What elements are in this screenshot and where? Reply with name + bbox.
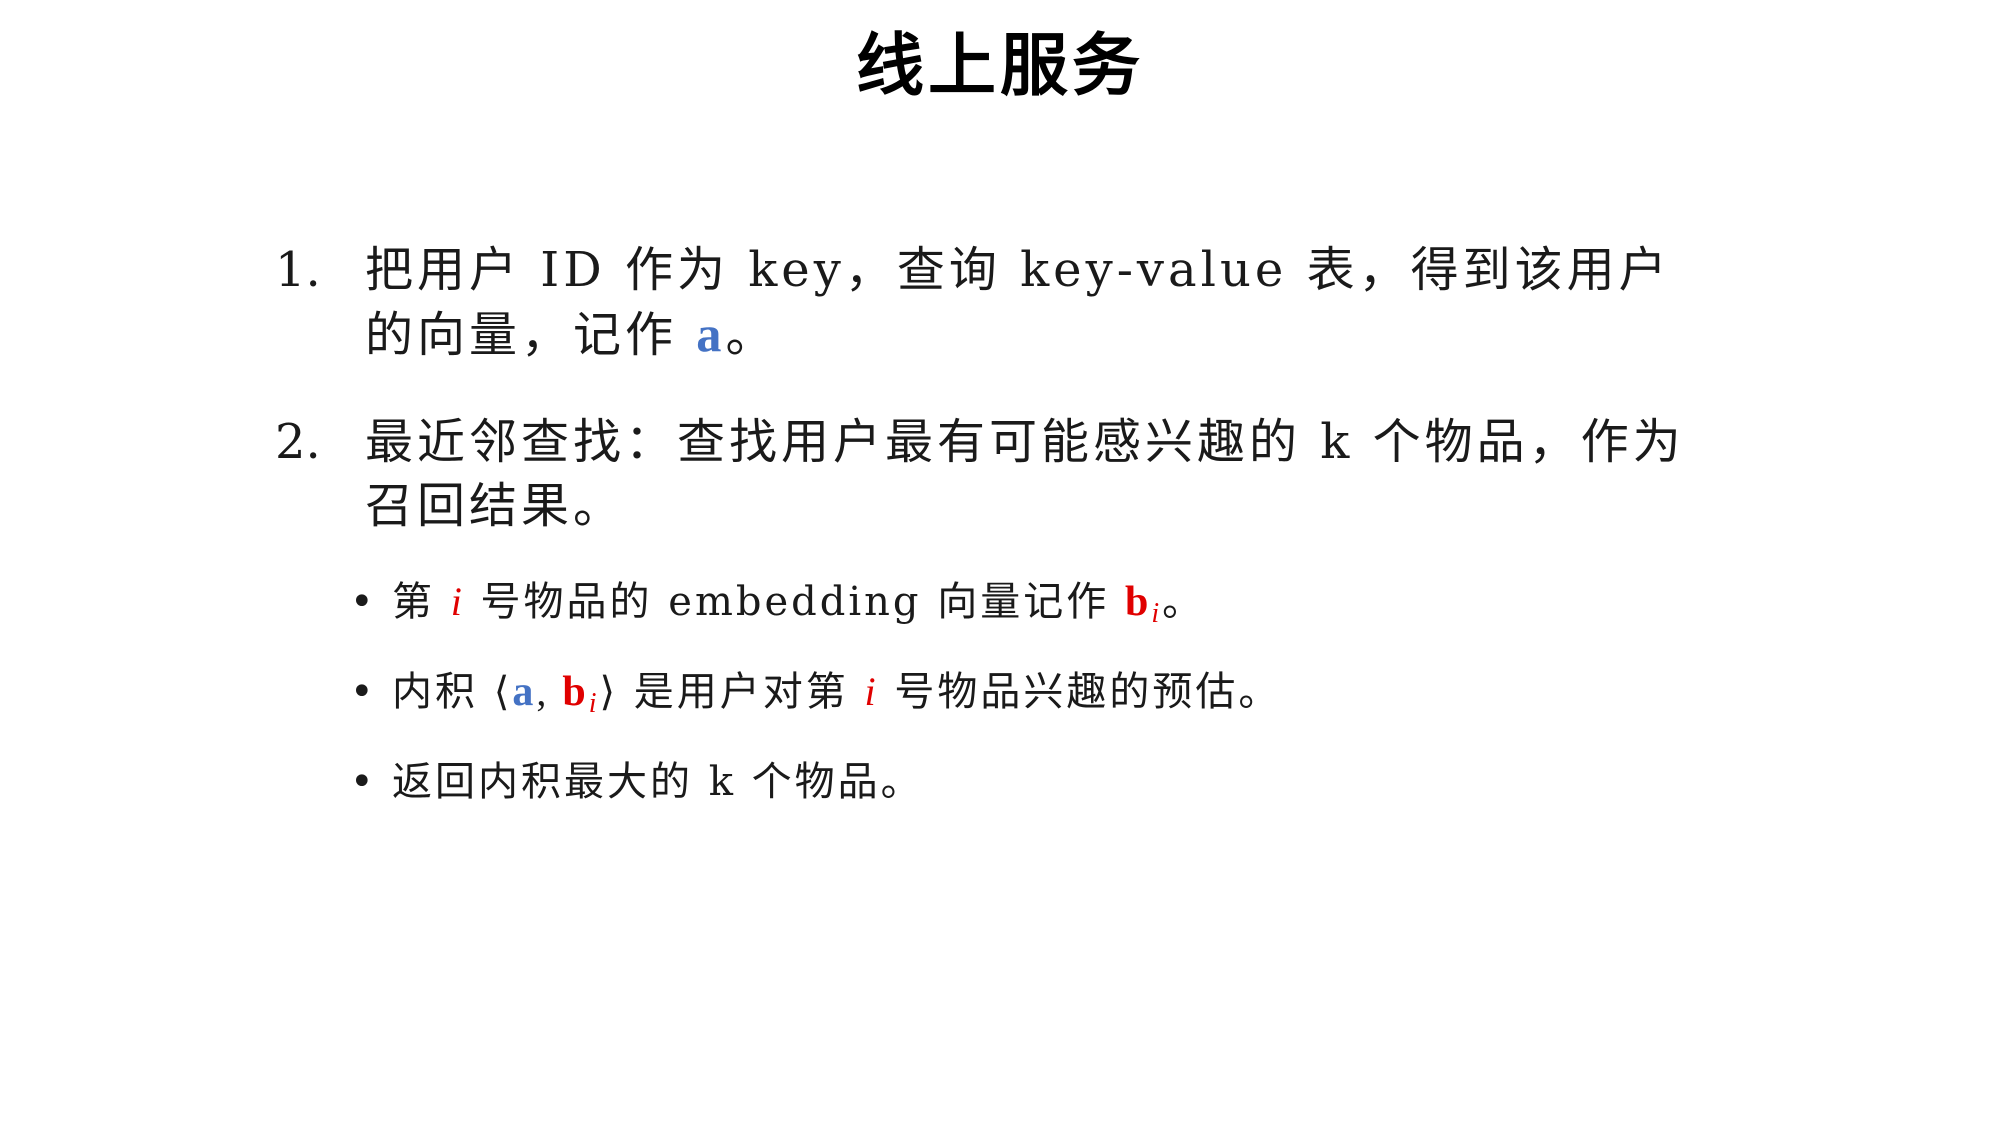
subscript-i: i: [588, 688, 600, 719]
bullet-text: 返回内积最大的 k 个物品。: [392, 759, 924, 805]
bullet-item: • 第 i 号物品的 embedding 向量记作 bi。: [350, 574, 1850, 642]
step-text-part: 把用户 ID 作为 key，查询 key-value 表，得到该用户的向量，记作: [365, 242, 1671, 363]
index-i: i: [864, 669, 879, 714]
angle-bracket-open: ⟨: [493, 669, 513, 714]
step-text-part: 。: [725, 307, 778, 363]
bullet-text-part: 。: [1162, 579, 1206, 625]
bullet-item: • 内积 ⟨a, bi⟩ 是用户对第 i 号物品兴趣的预估。: [350, 664, 1850, 732]
step-2: 2. 最近邻查找：查找用户最有可能感兴趣的 k 个物品，作为召回结果。: [275, 410, 1715, 538]
bullet-text-part: 号物品的 embedding 向量记作: [464, 579, 1125, 625]
index-i: i: [450, 579, 465, 624]
bullet-text-part: 号物品兴趣的预估。: [878, 669, 1282, 715]
bullet-text-part: 第: [392, 579, 451, 625]
bullet-text: 内积 ⟨a, bi⟩ 是用户对第 i 号物品兴趣的预估。: [392, 664, 1850, 732]
bullet-item: • 返回内积最大的 k 个物品。: [350, 754, 1850, 810]
angle-bracket-close: ⟩: [599, 669, 619, 714]
subscript-i: i: [1151, 598, 1163, 629]
step-number: 2.: [275, 414, 321, 470]
step-text: 把用户 ID 作为 key，查询 key-value 表，得到该用户的向量，记作…: [365, 238, 1715, 367]
step-text: 最近邻查找：查找用户最有可能感兴趣的 k 个物品，作为召回结果。: [365, 414, 1685, 534]
comma: ,: [536, 669, 563, 714]
bullet-marker: •: [350, 759, 374, 805]
step-1: 1. 把用户 ID 作为 key，查询 key-value 表，得到该用户的向量…: [275, 238, 1715, 367]
bullet-text: 第 i 号物品的 embedding 向量记作 bi。: [392, 574, 1850, 642]
vector-b: b: [562, 669, 589, 715]
bullet-marker: •: [350, 669, 374, 715]
bullet-marker: •: [350, 579, 374, 625]
slide-title: 线上服务: [855, 27, 1144, 106]
vector-b: b: [1124, 579, 1152, 625]
step-number: 1.: [275, 242, 321, 298]
bullet-text-part: 内积: [392, 669, 494, 715]
vector-a: a: [512, 669, 537, 715]
bullet-text-part: 是用户对第: [618, 669, 865, 715]
vector-a: a: [696, 306, 726, 362]
